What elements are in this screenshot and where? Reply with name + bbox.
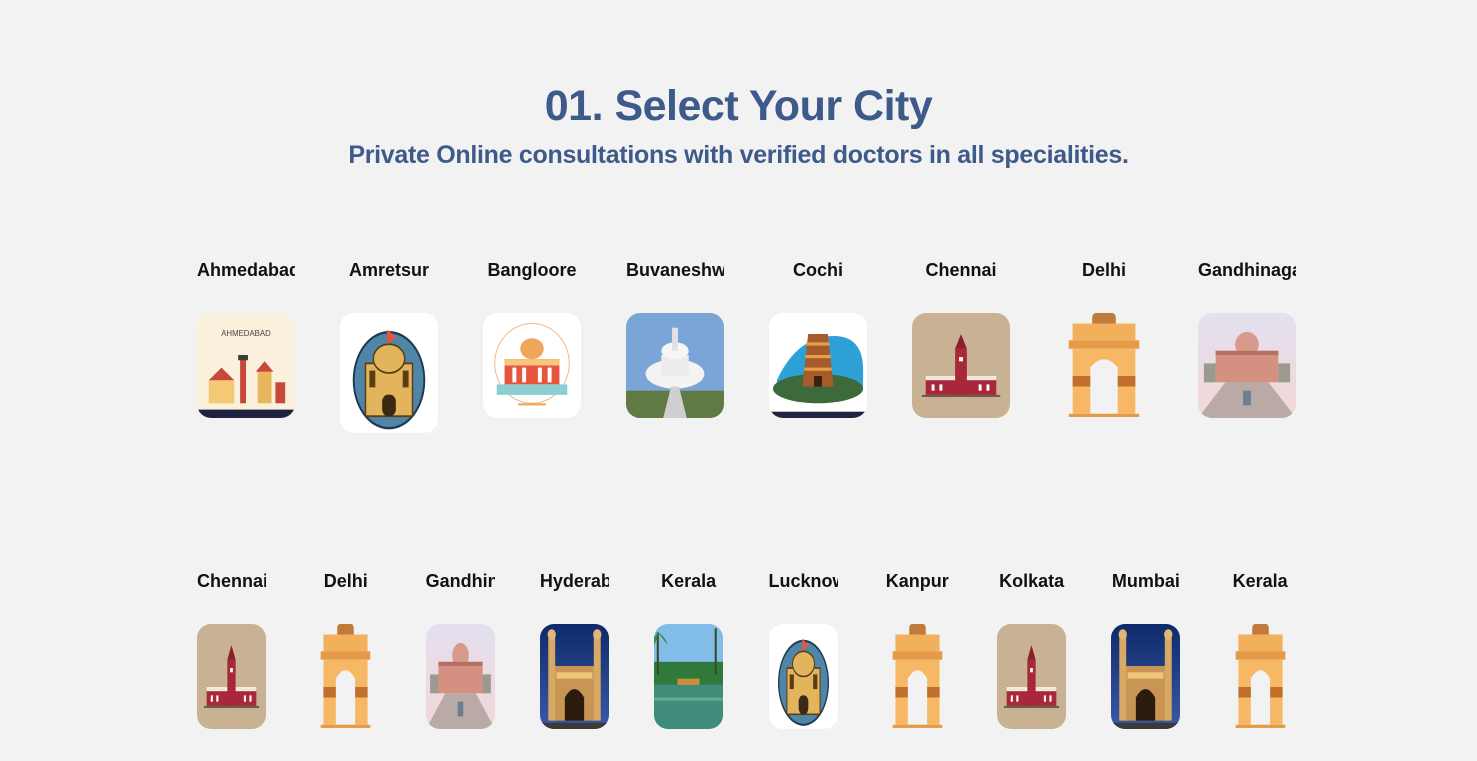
page-title: 01. Select Your City <box>544 82 933 130</box>
city-name[interactable]: Amretsur <box>340 258 438 282</box>
city-name[interactable]: Kolkata <box>997 569 1066 593</box>
shanti-stupa-icon[interactable] <box>626 313 724 418</box>
city-name[interactable]: Kerala <box>654 569 723 593</box>
akshardham-icon[interactable] <box>1198 313 1296 418</box>
city-name[interactable]: Cochi <box>769 258 867 282</box>
india-gate-icon[interactable] <box>1225 624 1295 729</box>
chennai-central-icon[interactable] <box>912 313 1010 418</box>
city-card-compact-kerala[interactable]: Kerala <box>1225 569 1295 729</box>
city-card-compact-kolkata[interactable]: Kolkata <box>997 569 1067 729</box>
ahmedabad-skyline-icon[interactable]: AHMEDABAD <box>197 313 295 418</box>
city-card-amretsur[interactable]: Amretsur <box>340 258 438 433</box>
city-name[interactable]: Hyderabad <box>540 569 609 593</box>
golden-temple-icon[interactable] <box>340 313 438 433</box>
city-card-compact-hyderabad[interactable]: Hyderabad <box>539 569 609 729</box>
city-name[interactable]: Kanpur <box>883 569 952 593</box>
city-card-compact-mumbai[interactable]: Mumbai <box>1111 569 1181 729</box>
city-card-compact-kanpur[interactable]: Kanpur <box>882 569 952 729</box>
akshardham-icon[interactable] <box>425 624 495 729</box>
backwaters-icon[interactable] <box>654 624 724 729</box>
city-name[interactable]: Chennai <box>912 258 1010 282</box>
india-gate-icon[interactable] <box>1055 313 1153 418</box>
india-gate-icon[interactable] <box>311 624 381 729</box>
city-card-compact-kerala[interactable]: Kerala <box>654 569 724 729</box>
page-subtitle: Private Online consultations with verifi… <box>348 141 1129 169</box>
city-name[interactable]: Buvaneshwar <box>626 258 724 282</box>
city-name[interactable]: Delhi <box>1055 258 1153 282</box>
temple-gopuram-icon[interactable] <box>769 313 867 418</box>
chennai-central-icon[interactable] <box>997 624 1067 729</box>
india-gate-icon[interactable] <box>882 624 952 729</box>
vidhana-soudha-icon[interactable] <box>483 313 581 418</box>
golden-temple-icon[interactable] <box>768 624 838 729</box>
city-card-bangloore[interactable]: Bangloore <box>483 258 581 418</box>
city-card-delhi[interactable]: Delhi <box>1055 258 1153 418</box>
city-card-cochi[interactable]: Cochi <box>769 258 867 418</box>
svg-text:AHMEDABAD: AHMEDABAD <box>221 329 271 338</box>
city-card-ahmedabad[interactable]: Ahmedabad AHMEDABAD <box>197 258 295 418</box>
city-card-compact-chennai[interactable]: Chennai <box>197 569 266 729</box>
city-card-compact-delhi[interactable]: Delhi <box>311 569 381 729</box>
city-card-compact-lucknow[interactable]: Lucknow <box>768 569 838 729</box>
city-name[interactable]: Gandhinagar <box>1198 258 1296 282</box>
city-name[interactable]: Delhi <box>311 569 380 593</box>
city-card-compact-gandhinagar[interactable]: Gandhinagar <box>425 569 495 729</box>
city-card-buvaneshwar[interactable]: Buvaneshwar <box>626 258 724 418</box>
chennai-central-icon[interactable] <box>197 624 266 729</box>
city-name[interactable]: Gandhinagar <box>426 569 495 593</box>
charminar-icon[interactable] <box>1111 624 1181 729</box>
city-name[interactable]: Kerala <box>1226 569 1295 593</box>
city-name[interactable]: Mumbai <box>1111 569 1180 593</box>
city-name[interactable]: Chennai <box>197 569 266 593</box>
city-name[interactable]: Lucknow <box>769 569 838 593</box>
city-card-chennai[interactable]: Chennai <box>912 258 1010 418</box>
city-name[interactable]: Bangloore <box>483 258 581 282</box>
city-name[interactable]: Ahmedabad <box>197 258 295 282</box>
charminar-icon[interactable] <box>539 624 609 729</box>
city-card-gandhinagar[interactable]: Gandhinagar <box>1198 258 1296 418</box>
